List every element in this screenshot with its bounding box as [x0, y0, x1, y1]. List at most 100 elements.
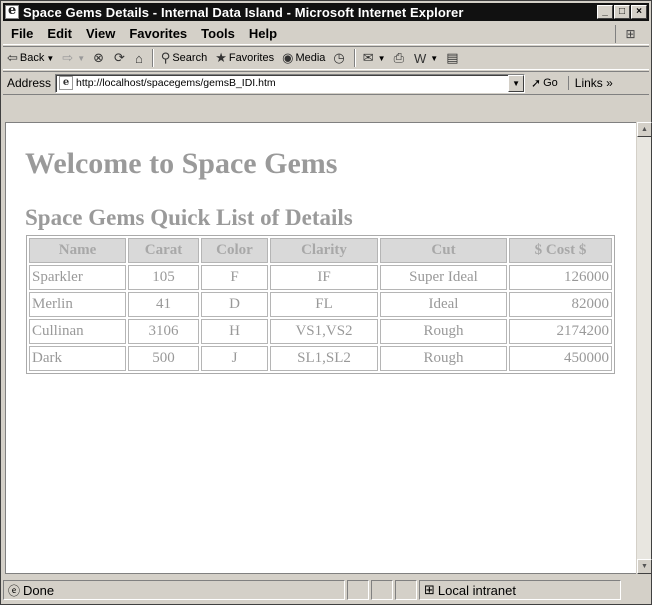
maximize-button[interactable]: □	[614, 5, 630, 19]
address-url[interactable]: http://localhost/spacegems/gemsB_IDI.htm	[76, 77, 276, 89]
refresh-button[interactable]: ⟳	[110, 48, 131, 68]
status-zone-pane: ⊞ Local intranet	[419, 580, 621, 600]
intranet-zone-icon: ⊞	[424, 582, 435, 597]
menu-file[interactable]: File	[3, 26, 40, 41]
address-bar: Address e http://localhost/spacegems/gem…	[3, 71, 649, 95]
back-button[interactable]: ⇦ Back ▼	[3, 48, 58, 68]
cell-clarity: FL	[270, 292, 378, 317]
table-row: Merlin 41 D FL Ideal 82000	[29, 292, 612, 317]
menu-bar: File Edit View Favorites Tools Help ⊞	[3, 23, 649, 45]
print-icon: ⎙	[393, 50, 404, 65]
refresh-icon: ⟳	[114, 50, 125, 65]
links-label: Links	[574, 76, 603, 90]
status-pane	[395, 580, 417, 600]
go-label: Go	[543, 77, 558, 89]
col-header-name: Name	[29, 238, 126, 263]
cell-color: F	[201, 265, 268, 290]
links-button[interactable]: Links »	[567, 76, 613, 90]
title-bar: Space Gems Details - Internal Data Islan…	[3, 3, 649, 21]
ie-page-icon: ⓔ	[8, 583, 21, 598]
cell-cost: 450000	[509, 346, 612, 371]
forward-dropdown-icon[interactable]: ▼	[77, 54, 85, 63]
favorites-icon: ★	[215, 50, 227, 65]
go-button[interactable]: ➚ Go	[531, 76, 558, 90]
cell-cut: Rough	[380, 346, 507, 371]
status-main-pane: ⓔ Done	[3, 580, 345, 600]
search-icon: ⚲	[160, 50, 171, 65]
forward-button[interactable]: ⇨ ▼	[58, 48, 89, 68]
back-dropdown-icon[interactable]: ▼	[46, 54, 54, 63]
page-content: Welcome to Space Gems Space Gems Quick L…	[5, 122, 636, 574]
search-button[interactable]: ⚲ Search	[157, 48, 211, 68]
word-edit-icon: W	[413, 50, 427, 66]
media-label: Media	[295, 52, 326, 64]
cell-name: Cullinan	[29, 319, 126, 344]
address-input[interactable]: e http://localhost/spacegems/gemsB_IDI.h…	[55, 73, 526, 93]
menu-help[interactable]: Help	[242, 26, 284, 41]
window-title: Space Gems Details - Internal Data Islan…	[23, 4, 464, 20]
menu-tools[interactable]: Tools	[194, 26, 242, 41]
stop-button[interactable]: ⊗	[89, 48, 110, 68]
close-button[interactable]: ×	[631, 5, 647, 19]
scroll-down-arrow-icon[interactable]: ▼	[637, 559, 652, 574]
cell-clarity: VS1,VS2	[270, 319, 378, 344]
back-label: Back	[19, 52, 45, 64]
page-icon: e	[59, 76, 74, 90]
home-button[interactable]: ⌂	[131, 48, 149, 68]
toolbar-separator	[151, 49, 154, 67]
home-icon: ⌂	[134, 50, 143, 66]
stop-icon: ⊗	[93, 50, 105, 65]
cell-cost: 2174200	[509, 319, 612, 344]
scroll-up-arrow-icon[interactable]: ▲	[637, 122, 652, 137]
minimize-button[interactable]: _	[597, 5, 613, 19]
forward-arrow-icon: ⇨	[62, 50, 74, 65]
status-text: Done	[23, 582, 55, 598]
go-arrow-icon: ➚	[531, 76, 542, 90]
cell-name: Dark	[29, 346, 126, 371]
cell-carat: 105	[128, 265, 199, 290]
status-bar: ⓔ Done ⊞ Local intranet	[3, 578, 649, 602]
standard-toolbar: ⇦ Back ▼ ⇨ ▼ ⊗ ⟳ ⌂ ⚲ Search ★ Favorites …	[3, 46, 649, 70]
col-header-clarity: Clarity	[270, 238, 378, 263]
mail-button[interactable]: ✉ ▼	[359, 48, 390, 68]
cell-color: D	[201, 292, 268, 317]
status-pane	[347, 580, 369, 600]
print-button[interactable]: ⎙	[390, 48, 410, 68]
cell-cost: 82000	[509, 292, 612, 317]
page-subheading: Space Gems Quick List of Details	[25, 205, 353, 230]
address-dropdown-icon[interactable]: ▼	[508, 74, 525, 92]
cell-carat: 41	[128, 292, 199, 317]
ie-app-icon[interactable]	[5, 3, 19, 19]
toolbar-separator	[353, 49, 356, 67]
page-heading: Welcome to Space Gems	[25, 147, 338, 180]
col-header-cut: Cut	[380, 238, 507, 263]
browser-window: Space Gems Details - Internal Data Islan…	[0, 0, 652, 605]
edit-dropdown-icon[interactable]: ▼	[430, 54, 438, 63]
cell-clarity: SL1,SL2	[270, 346, 378, 371]
table-header-row: Name Carat Color Clarity Cut $ Cost $	[29, 238, 612, 263]
media-button[interactable]: ◉ Media	[278, 48, 329, 68]
table-row: Sparkler 105 F IF Super Ideal 126000	[29, 265, 612, 290]
cell-cut: Super Ideal	[380, 265, 507, 290]
window-controls: _ □ ×	[596, 5, 647, 19]
menu-view[interactable]: View	[79, 26, 122, 41]
menu-favorites[interactable]: Favorites	[122, 26, 194, 41]
col-header-cost: $ Cost $	[509, 238, 612, 263]
cell-name: Sparkler	[29, 265, 126, 290]
mail-dropdown-icon[interactable]: ▼	[378, 54, 386, 63]
discuss-button[interactable]: ▤	[442, 48, 464, 68]
search-label: Search	[172, 52, 208, 64]
col-header-color: Color	[201, 238, 268, 263]
cell-carat: 500	[128, 346, 199, 371]
cell-name: Merlin	[29, 292, 126, 317]
mail-icon: ✉	[362, 50, 374, 65]
edit-button[interactable]: W ▼	[410, 48, 442, 68]
media-icon: ◉	[282, 50, 294, 65]
cell-clarity: IF	[270, 265, 378, 290]
cell-carat: 3106	[128, 319, 199, 344]
history-icon: ◷	[333, 50, 345, 65]
vertical-scrollbar[interactable]: ▲ ▼	[636, 122, 652, 574]
favorites-button[interactable]: ★ Favorites	[211, 48, 278, 68]
menu-edit[interactable]: Edit	[40, 26, 79, 41]
history-button[interactable]: ◷	[329, 48, 350, 68]
